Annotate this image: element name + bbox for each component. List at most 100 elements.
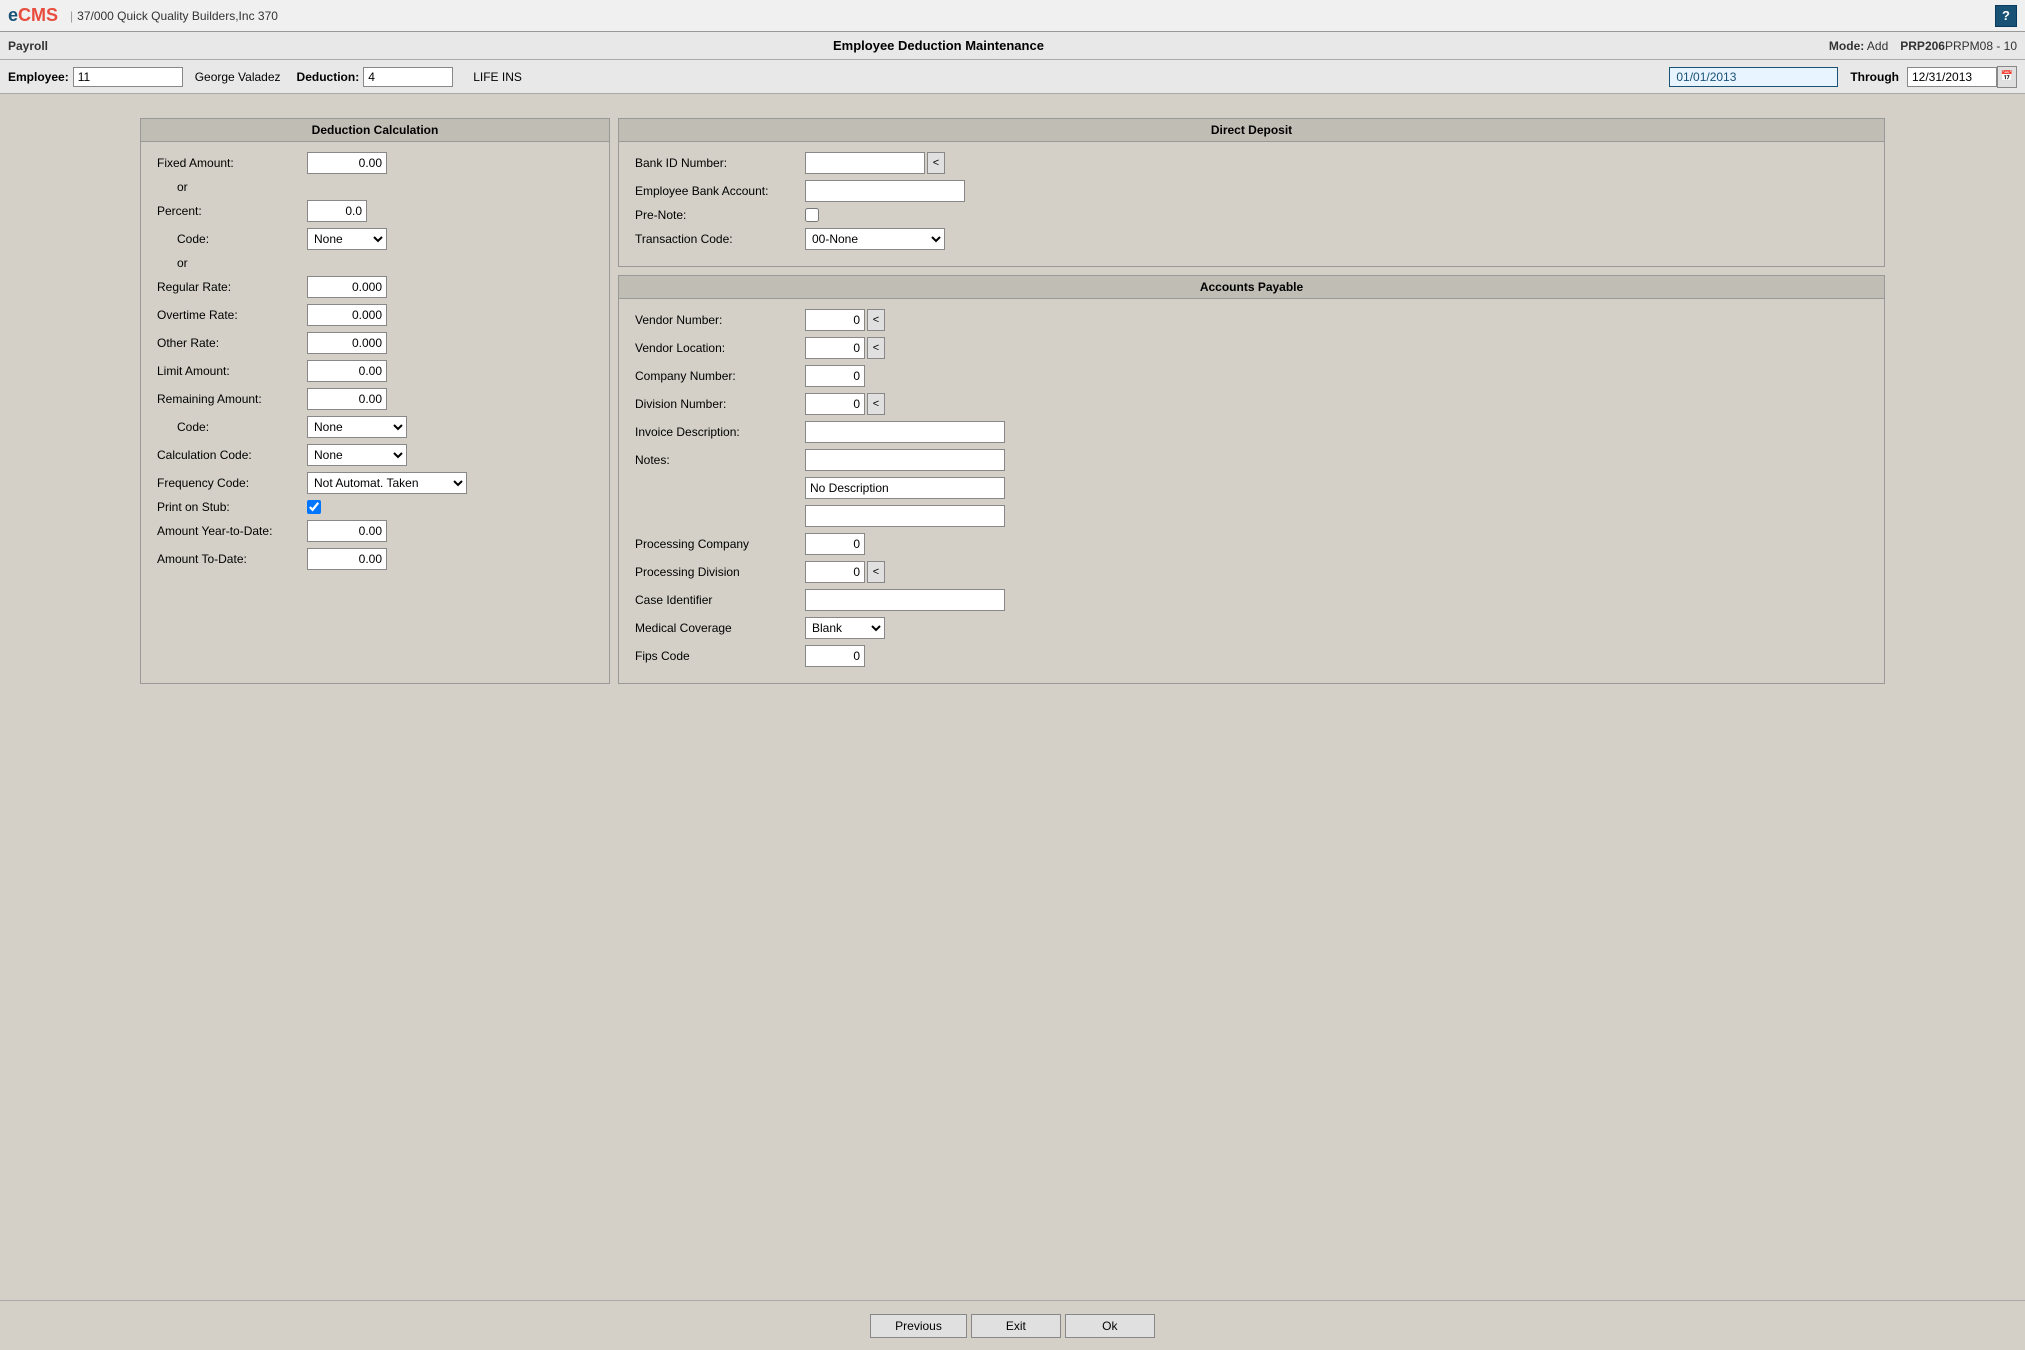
accounts-payable-panel: Accounts Payable Vendor Number: < Vendor… [618,275,1885,684]
fips-code-input[interactable] [805,645,865,667]
code1-select[interactable]: None [307,228,387,250]
vendor-number-lookup-button[interactable]: < [867,309,885,331]
employee-input[interactable] [73,67,183,87]
print-on-stub-row: Print on Stub: [157,500,593,514]
division-number-input[interactable] [805,393,865,415]
fixed-amount-input[interactable] [307,152,387,174]
processing-division-row: Processing Division < [635,561,1868,583]
vendor-location-field: < [805,337,885,359]
code1-label: Code: [157,232,307,246]
transaction-code-label: Transaction Code: [635,232,805,246]
module-name: Payroll [8,39,48,53]
other-rate-input[interactable] [307,332,387,354]
frequency-code-select[interactable]: Not Automat. Taken [307,472,467,494]
company-number-label: Company Number: [635,369,805,383]
previous-button[interactable]: Previous [870,1314,967,1338]
code2-select[interactable]: None [307,416,407,438]
prenote-label: Pre-Note: [635,208,805,222]
ok-button[interactable]: Ok [1065,1314,1155,1338]
other-rate-label: Other Rate: [157,336,307,350]
prenote-checkbox[interactable] [805,208,819,222]
mode-label: Mode: Add [1829,39,1888,53]
fixed-amount-label: Fixed Amount: [157,156,307,170]
notes-input-3[interactable] [805,505,1005,527]
invoice-desc-input[interactable] [805,421,1005,443]
bank-id-label: Bank ID Number: [635,156,805,170]
code2-label: Code: [157,420,307,434]
help-button[interactable]: ? [1995,5,2017,27]
prenote-row: Pre-Note: [635,208,1868,222]
regular-rate-input[interactable] [307,276,387,298]
processing-division-label: Processing Division [635,565,805,579]
fixed-amount-row: Fixed Amount: [157,152,593,174]
medical-coverage-select[interactable]: Blank [805,617,885,639]
code1-row: Code: None [157,228,593,250]
deduction-calc-panel: Deduction Calculation Fixed Amount: or P… [140,118,610,684]
division-number-lookup-button[interactable]: < [867,393,885,415]
deduction-field: Deduction: [297,67,454,87]
regular-rate-row: Regular Rate: [157,276,593,298]
frequency-code-row: Frequency Code: Not Automat. Taken [157,472,593,494]
date-from-field [1669,67,1838,87]
employee-bank-input[interactable] [805,180,965,202]
limit-amount-label: Limit Amount: [157,364,307,378]
or2-row: or [157,256,593,270]
other-rate-row: Other Rate: [157,332,593,354]
vendor-number-input[interactable] [805,309,865,331]
print-on-stub-checkbox[interactable] [307,500,321,514]
amount-todate-input[interactable] [307,548,387,570]
notes-input-1[interactable] [805,449,1005,471]
percent-input[interactable] [307,200,367,222]
employee-field: Employee: [8,67,183,87]
company-number-input[interactable] [805,365,865,387]
vendor-location-row: Vendor Location: < [635,337,1868,359]
menu-bar: Payroll Employee Deduction Maintenance M… [0,32,2025,60]
amount-todate-label: Amount To-Date: [157,552,307,566]
regular-rate-label: Regular Rate: [157,280,307,294]
calculation-code-select[interactable]: None [307,444,407,466]
invoice-desc-row: Invoice Description: [635,421,1868,443]
overtime-rate-label: Overtime Rate: [157,308,307,322]
fips-code-row: Fips Code [635,645,1868,667]
notes-row: Notes: [635,449,1868,471]
overtime-rate-input[interactable] [307,304,387,326]
bank-id-input[interactable] [805,152,925,174]
limit-amount-input[interactable] [307,360,387,382]
calculation-code-label: Calculation Code: [157,448,307,462]
case-identifier-row: Case Identifier [635,589,1868,611]
division-number-field: < [805,393,885,415]
title-bar: eCMS | 37/000 Quick Quality Builders,Inc… [0,0,2025,32]
processing-division-input[interactable] [805,561,865,583]
right-panels: Direct Deposit Bank ID Number: < Employe… [618,118,1885,684]
vendor-location-input[interactable] [805,337,865,359]
amount-ytd-row: Amount Year-to-Date: [157,520,593,542]
remaining-amount-input[interactable] [307,388,387,410]
date-to-input[interactable] [1907,67,1997,87]
date-to-field: 📅 [1907,66,2017,88]
deduction-input[interactable] [363,67,453,87]
case-identifier-input[interactable] [805,589,1005,611]
notes-label: Notes: [635,453,805,467]
employee-label: Employee: [8,70,69,84]
employee-bank-row: Employee Bank Account: [635,180,1868,202]
vendor-location-lookup-button[interactable]: < [867,337,885,359]
transaction-code-select[interactable]: 00-None [805,228,945,250]
amount-ytd-input[interactable] [307,520,387,542]
vendor-number-row: Vendor Number: < [635,309,1868,331]
invoice-desc-label: Invoice Description: [635,425,805,439]
exit-button[interactable]: Exit [971,1314,1061,1338]
bank-id-lookup-button[interactable]: < [927,152,945,174]
calculation-code-row: Calculation Code: None [157,444,593,466]
date-from-input[interactable] [1669,67,1838,87]
processing-division-lookup-button[interactable]: < [867,561,885,583]
division-number-label: Division Number: [635,397,805,411]
calendar-button[interactable]: 📅 [1997,66,2017,88]
processing-company-input[interactable] [805,533,865,555]
or1-row: or [157,180,593,194]
title-separator: | [70,9,73,23]
bank-id-row: Bank ID Number: < [635,152,1868,174]
employee-bar: Employee: George Valadez Deduction: LIFE… [0,60,2025,94]
processing-company-row: Processing Company [635,533,1868,555]
amount-ytd-label: Amount Year-to-Date: [157,524,307,538]
notes-input-2[interactable] [805,477,1005,499]
